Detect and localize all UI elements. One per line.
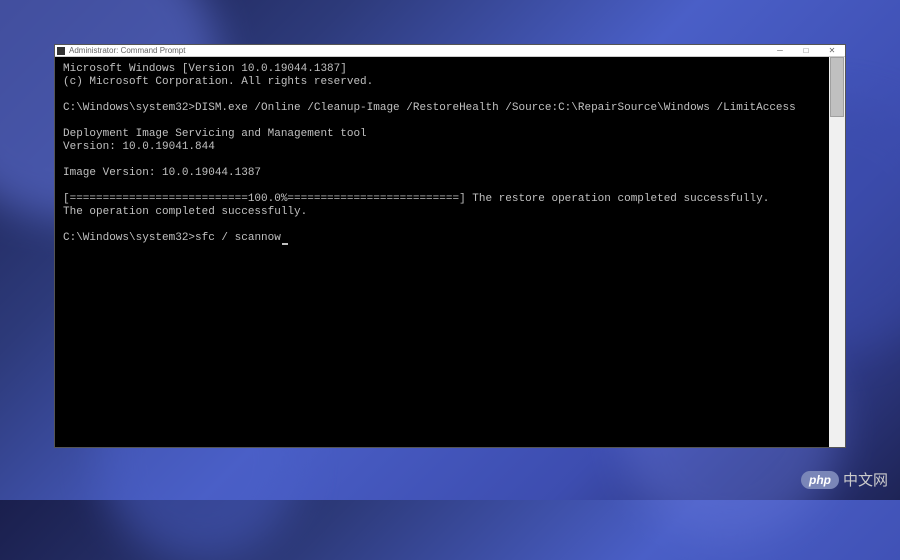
- watermark: php 中文网: [801, 469, 888, 490]
- titlebar[interactable]: Administrator: Command Prompt ─ □ ✕: [55, 45, 845, 57]
- terminal-body: Microsoft Windows [Version 10.0.19044.13…: [55, 57, 845, 447]
- terminal-output[interactable]: Microsoft Windows [Version 10.0.19044.13…: [55, 57, 829, 447]
- terminal-line: C:\Windows\system32>DISM.exe /Online /Cl…: [63, 102, 821, 115]
- close-button[interactable]: ✕: [821, 46, 843, 56]
- window-title: Administrator: Command Prompt: [69, 46, 769, 55]
- scrollbar[interactable]: [829, 57, 845, 447]
- current-command: sfc / scannow: [195, 232, 281, 244]
- maximize-button[interactable]: □: [795, 46, 817, 56]
- terminal-line: [63, 180, 821, 193]
- window-controls: ─ □ ✕: [769, 46, 843, 56]
- terminal-prompt-line[interactable]: C:\Windows\system32>sfc / scannow: [63, 232, 821, 245]
- cmd-icon: [57, 47, 65, 55]
- terminal-line: [63, 115, 821, 128]
- minimize-button[interactable]: ─: [769, 46, 791, 56]
- scrollbar-thumb[interactable]: [830, 57, 844, 117]
- cursor: [282, 243, 288, 245]
- terminal-line: [63, 154, 821, 167]
- terminal-line: Deployment Image Servicing and Managemen…: [63, 128, 821, 141]
- terminal-line: (c) Microsoft Corporation. All rights re…: [63, 76, 821, 89]
- terminal-line: [63, 219, 821, 232]
- terminal-line: Microsoft Windows [Version 10.0.19044.13…: [63, 63, 821, 76]
- watermark-text: 中文网: [843, 469, 888, 490]
- terminal-line: Image Version: 10.0.19044.1387: [63, 167, 821, 180]
- terminal-line: [===========================100.0%======…: [63, 193, 821, 206]
- prompt: C:\Windows\system32>: [63, 232, 195, 244]
- terminal-line: [63, 89, 821, 102]
- terminal-line: The operation completed successfully.: [63, 206, 821, 219]
- php-badge: php: [801, 471, 839, 489]
- command-prompt-window: Administrator: Command Prompt ─ □ ✕ Micr…: [54, 44, 846, 448]
- terminal-line: Version: 10.0.19041.844: [63, 141, 821, 154]
